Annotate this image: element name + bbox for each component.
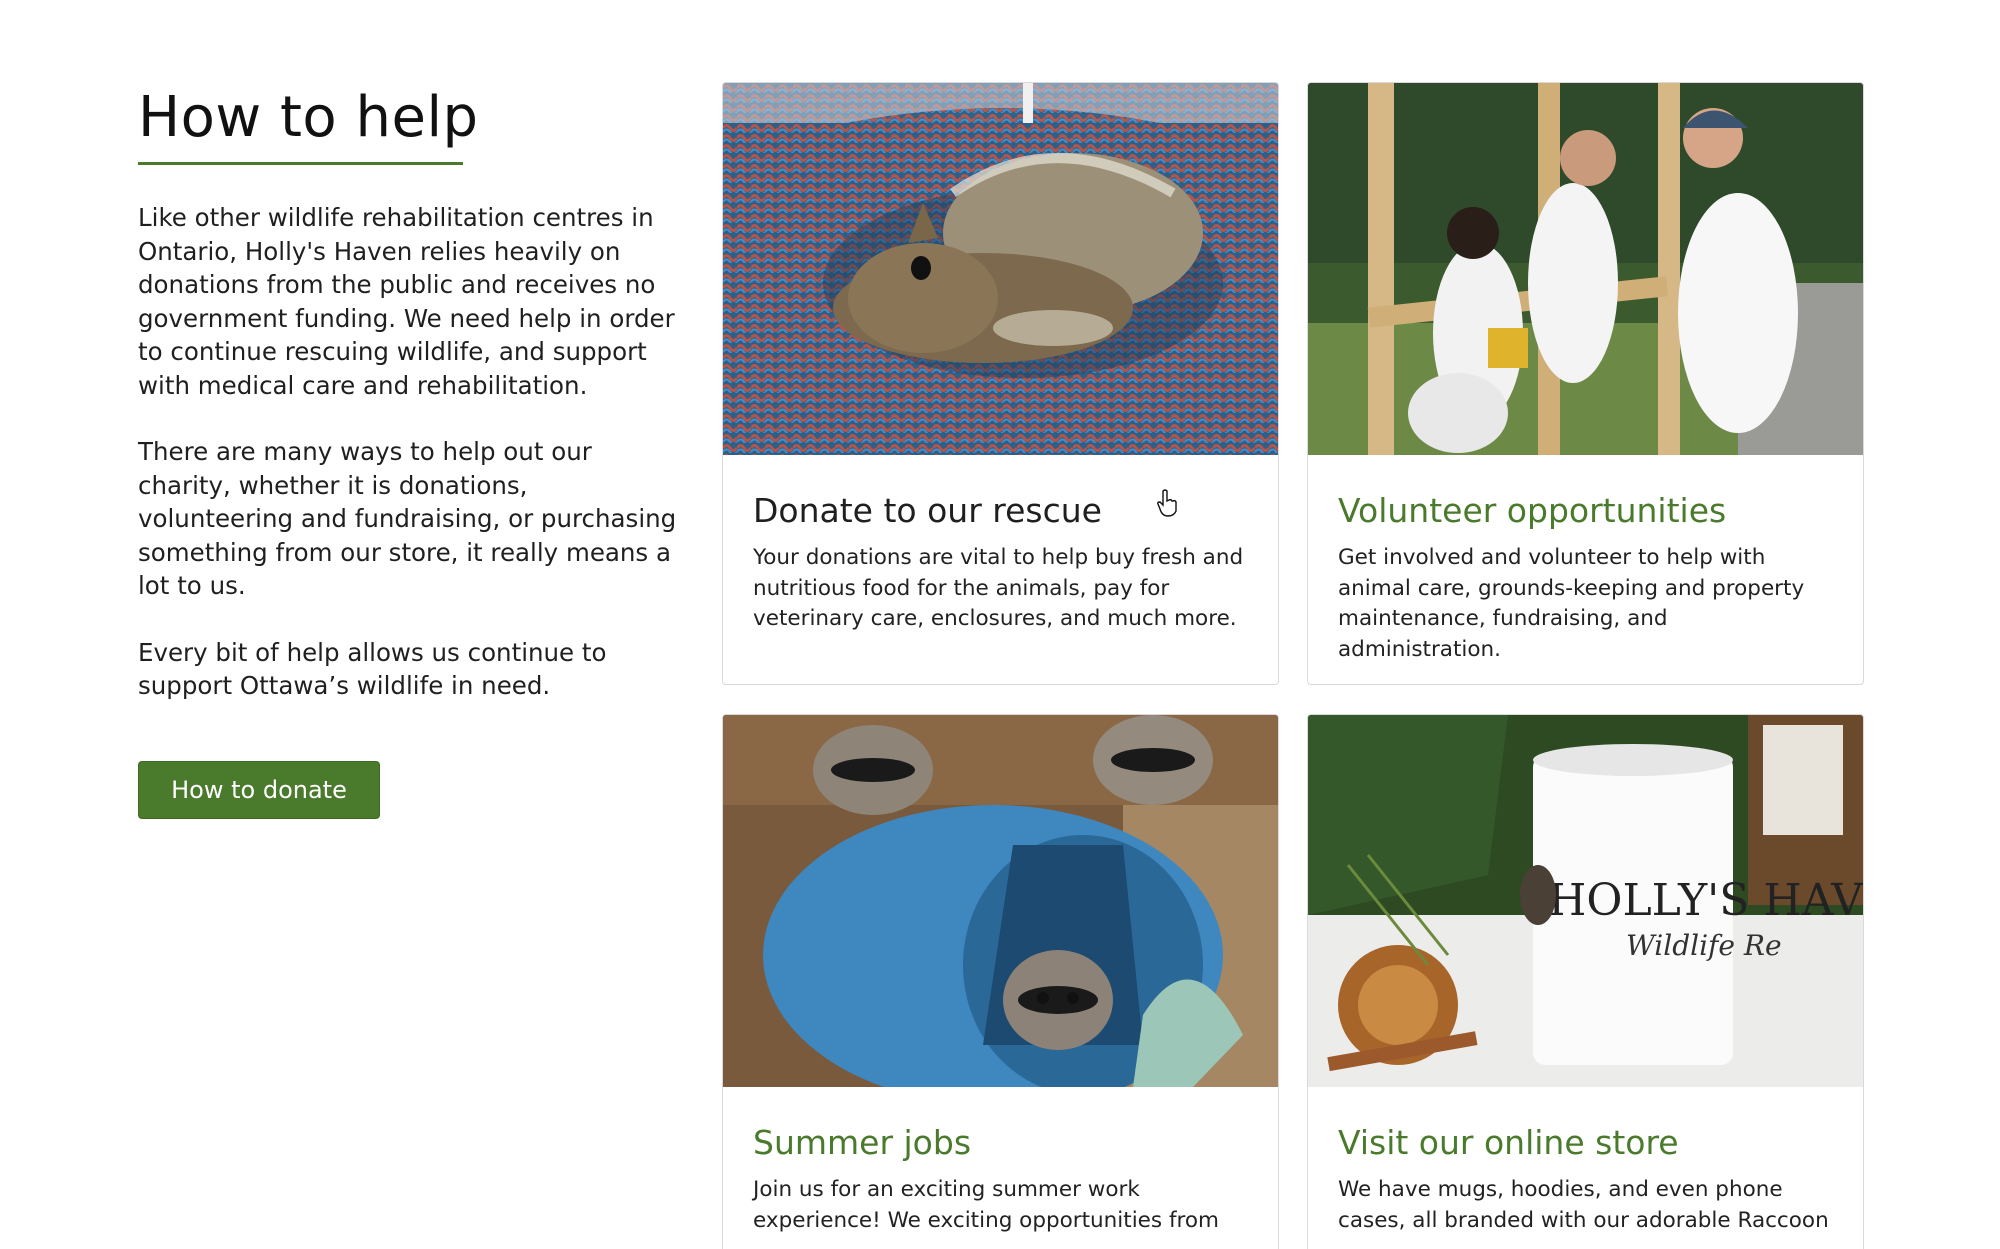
card-heading[interactable]: Volunteer opportunities	[1338, 491, 1833, 531]
squirrel-image	[723, 83, 1278, 455]
intro-paragraph-3: Every bit of help allows us continue to …	[138, 637, 607, 701]
card-donate[interactable]: Donate to our rescue Your donations are …	[722, 82, 1279, 685]
card-heading[interactable]: Visit our online store	[1338, 1123, 1833, 1163]
hand-cursor-icon	[1157, 489, 1177, 517]
card-online-store[interactable]: HOLLY'S HAV Wildlife Re Visit our online…	[1307, 714, 1864, 1249]
card-heading[interactable]: Summer jobs	[753, 1123, 1248, 1163]
intro-paragraph-1: Like other wildlife rehabilitation centr…	[138, 203, 675, 400]
intro-text: Like other wildlife rehabilitation centr…	[138, 201, 678, 703]
intro-section: How to help Like other wildlife rehabili…	[138, 82, 678, 819]
title-underline	[138, 162, 463, 165]
card-volunteer[interactable]: Volunteer opportunities Get involved and…	[1307, 82, 1864, 685]
page-title: How to help	[138, 85, 479, 150]
card-summer-jobs[interactable]: Summer jobs Join us for an exciting summ…	[722, 714, 1279, 1249]
mug-image: HOLLY'S HAV Wildlife Re	[1308, 715, 1863, 1087]
intro-paragraph-2: There are many ways to help out our char…	[138, 437, 677, 600]
card-description: Get involved and volunteer to help with …	[1338, 545, 1805, 662]
volunteers-image	[1308, 83, 1863, 455]
mug-text-line-1: HOLLY'S HAV	[1548, 875, 1863, 926]
card-description: Join us for an exciting summer work expe…	[753, 1177, 1219, 1233]
raccoons-image	[723, 715, 1278, 1087]
card-description: We have mugs, hoodies, and even phone ca…	[1338, 1177, 1829, 1233]
mug-text-line-2: Wildlife Re	[1626, 929, 1782, 962]
card-description: Your donations are vital to help buy fre…	[753, 545, 1244, 631]
how-to-donate-button[interactable]: How to donate	[138, 760, 380, 819]
